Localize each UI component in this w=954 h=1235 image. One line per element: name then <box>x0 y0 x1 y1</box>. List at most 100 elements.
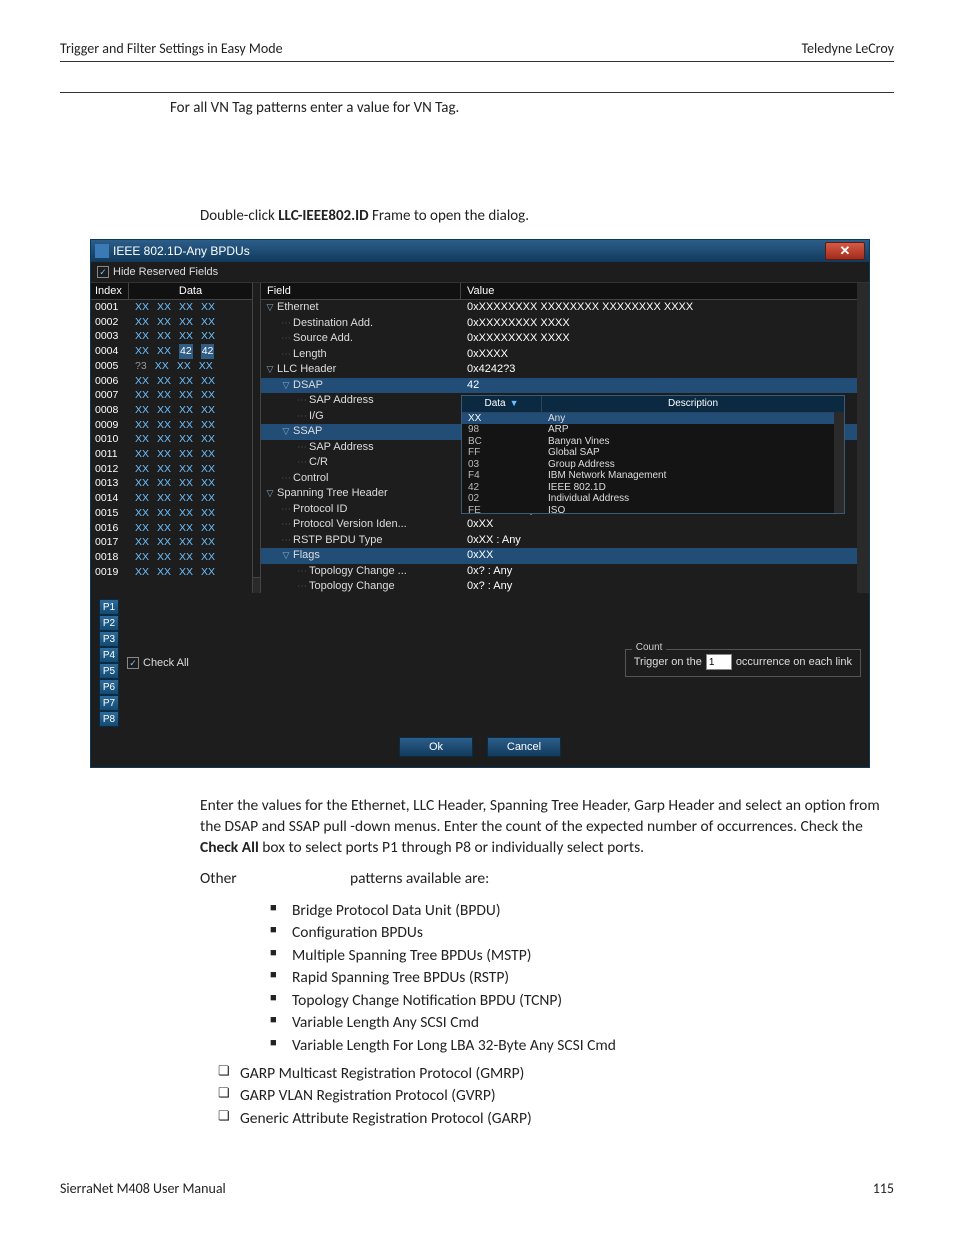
tree-row[interactable]: ▽DSAP42 <box>261 378 857 394</box>
dropdown-row[interactable]: 98ARP <box>462 424 844 436</box>
port-button[interactable]: P7 <box>99 695 119 711</box>
dd-head-desc[interactable]: Description <box>542 396 844 412</box>
port-button[interactable]: P2 <box>99 615 119 631</box>
cancel-button[interactable]: Cancel <box>487 737 561 757</box>
count-box: Count Trigger on the occurrence on each … <box>625 649 861 677</box>
close-icon: ✕ <box>840 243 851 259</box>
bytes-row[interactable]: 0014XXXXXXXX <box>91 491 252 506</box>
dropdown-row[interactable]: 42IEEE 802.1D <box>462 482 844 494</box>
list-item: Variable Length For Long LBA 32-Byte Any… <box>270 1035 890 1057</box>
vn-tag-instruction: For all VN Tag patterns enter a value fo… <box>170 99 894 117</box>
bytes-scrollbar[interactable] <box>253 283 261 593</box>
expand-toggle-icon[interactable]: ▽ <box>281 424 291 440</box>
footer-left: SierraNet M408 User Manual <box>60 1180 226 1197</box>
page-header: Trigger and Filter Settings in Easy Mode… <box>60 40 894 62</box>
bytes-row[interactable]: 0012XXXXXXXX <box>91 462 252 477</box>
dropdown-row[interactable]: FEISO <box>462 505 844 513</box>
list-item: Generic Attribute Registration Protocol … <box>218 1108 890 1130</box>
sort-down-icon[interactable]: ▼ <box>510 398 519 408</box>
dialog-main: Index Data 0001XXXXXXXX0002XXXXXXXX0003X… <box>91 283 869 593</box>
expand-toggle-icon[interactable]: ▽ <box>281 378 291 394</box>
tree-row[interactable]: ⋯Source Add.0xXXXXXXXX XXXX <box>261 331 857 347</box>
tree-row[interactable]: ▽LLC Header0x4242?3 <box>261 362 857 378</box>
header-right: Teledyne LeCroy <box>801 40 894 57</box>
bytes-header: Index Data <box>91 283 252 300</box>
tree-scrollbar[interactable] <box>857 283 869 593</box>
bytes-row[interactable]: 0005?3XXXXXX <box>91 359 252 374</box>
bytes-row[interactable]: 0016XXXXXXXX <box>91 521 252 536</box>
bytes-row[interactable]: 0015XXXXXXXX <box>91 506 252 521</box>
dialog-title-icon <box>95 244 109 258</box>
dropdown-row[interactable]: F4IBM Network Management <box>462 470 844 482</box>
port-button[interactable]: P4 <box>99 647 119 663</box>
tree-head-value: Value <box>461 283 857 299</box>
bytes-row[interactable]: 0011XXXXXXXX <box>91 447 252 462</box>
bytes-pane: Index Data 0001XXXXXXXX0002XXXXXXXX0003X… <box>91 283 253 593</box>
dropdown-row[interactable]: 02Individual Address <box>462 493 844 505</box>
dropdown-scrollbar[interactable] <box>834 412 844 513</box>
close-button[interactable]: ✕ <box>825 242 865 260</box>
count-label: Count <box>632 642 667 653</box>
port-button[interactable]: P8 <box>99 711 119 727</box>
bytes-row[interactable]: 0007XXXXXXXX <box>91 388 252 403</box>
tree-row[interactable]: ⋯RSTP BPDU Type0xXX : Any <box>261 533 857 549</box>
body-text: Enter the values for the Ethernet, LLC H… <box>200 796 890 1130</box>
ok-button[interactable]: Ok <box>399 737 473 757</box>
dropdown-row[interactable]: XXAny <box>462 413 844 425</box>
port-button[interactable]: P5 <box>99 663 119 679</box>
dialog-buttons: Ok Cancel <box>99 737 861 757</box>
bytes-row[interactable]: 0013XXXXXXXX <box>91 476 252 491</box>
check-all-wrap[interactable]: ✓ Check All <box>127 657 189 669</box>
tree-row[interactable]: ⋯Destination Add.0xXXXXXXXX XXXX <box>261 316 857 332</box>
bytes-row[interactable]: 0017XXXXXXXX <box>91 535 252 550</box>
para2-b: patterns available are: <box>350 869 489 888</box>
tree-row[interactable]: ⋯Topology Change0x? : Any <box>261 579 857 593</box>
para1: Enter the values for the Ethernet, LLC H… <box>200 796 890 859</box>
tree-row[interactable]: ⋯Protocol Version Iden...0xXX <box>261 517 857 533</box>
bytes-lines[interactable]: 0001XXXXXXXX0002XXXXXXXX0003XXXXXXXX0004… <box>91 300 252 579</box>
check-all-checkbox[interactable]: ✓ <box>127 657 139 669</box>
hide-reserved-checkbox[interactable]: ✓ <box>97 266 109 278</box>
trigger-post: occurrence on each link <box>736 656 852 668</box>
para2: Otherpatterns available are: <box>200 869 890 890</box>
bytes-row[interactable]: 0003XXXXXXXX <box>91 329 252 344</box>
sub-bullets: Bridge Protocol Data Unit (BPDU)Configur… <box>270 900 890 1057</box>
hide-reserved-label: Hide Reserved Fields <box>113 266 218 278</box>
expand-toggle-icon[interactable]: ▽ <box>265 486 275 502</box>
tree-row[interactable]: ⋯Topology Change ...0x? : Any <box>261 564 857 580</box>
dropdown-row[interactable]: FFGlobal SAP <box>462 447 844 459</box>
tree-body: ▽Ethernet0xXXXXXXXX XXXXXXXX XXXXXXXX XX… <box>261 300 857 593</box>
footer-right: 115 <box>873 1180 894 1197</box>
dd-head-data[interactable]: Data <box>484 398 505 409</box>
bytes-row[interactable]: 0001XXXXXXXX <box>91 300 252 315</box>
para1-bold: Check All <box>200 838 259 857</box>
trigger-count-input[interactable] <box>706 654 732 670</box>
bytes-row[interactable]: 0002XXXXXXXX <box>91 315 252 330</box>
expand-toggle-icon[interactable]: ▽ <box>281 548 291 564</box>
dialog-titlebar: IEEE 802.1D-Any BPDUs ✕ <box>91 240 869 262</box>
dropdown-row[interactable]: BCBanyan Vines <box>462 436 844 448</box>
bytes-row[interactable]: 0010XXXXXXXX <box>91 432 252 447</box>
bytes-row[interactable]: 0009XXXXXXXX <box>91 418 252 433</box>
port-button[interactable]: P6 <box>99 679 119 695</box>
list-item: Multiple Spanning Tree BPDUs (MSTP) <box>270 945 890 967</box>
hide-reserved-row[interactable]: ✓ Hide Reserved Fields <box>91 262 869 283</box>
port-button[interactable]: P1 <box>99 599 119 615</box>
port-button[interactable]: P3 <box>99 631 119 647</box>
bytes-row[interactable]: 0008XXXXXXXX <box>91 403 252 418</box>
dbl-post: Frame to open the dialog. <box>369 207 529 225</box>
tree-row[interactable]: ▽Ethernet0xXXXXXXXX XXXXXXXX XXXXXXXX XX… <box>261 300 857 316</box>
bytes-row[interactable]: 0004XXXX4242 <box>91 344 252 359</box>
tree-row[interactable]: ▽Flags0xXX <box>261 548 857 564</box>
bytes-row[interactable]: 0006XXXXXXXX <box>91 374 252 389</box>
list-item: Configuration BPDUs <box>270 922 890 944</box>
bytes-row[interactable]: 0019XXXXXXXX <box>91 565 252 580</box>
tree-row[interactable]: ⋯Length0xXXXX <box>261 347 857 363</box>
expand-toggle-icon[interactable]: ▽ <box>265 300 275 316</box>
expand-toggle-icon[interactable]: ▽ <box>265 362 275 378</box>
list-item: Bridge Protocol Data Unit (BPDU) <box>270 900 890 922</box>
dsap-dropdown[interactable]: Data ▼ Description XXAny98ARPBCBanyan Vin… <box>461 395 845 514</box>
page-footer: SierraNet M408 User Manual 115 <box>60 1180 894 1197</box>
dropdown-row[interactable]: 03Group Address <box>462 459 844 471</box>
bytes-row[interactable]: 0018XXXXXXXX <box>91 550 252 565</box>
